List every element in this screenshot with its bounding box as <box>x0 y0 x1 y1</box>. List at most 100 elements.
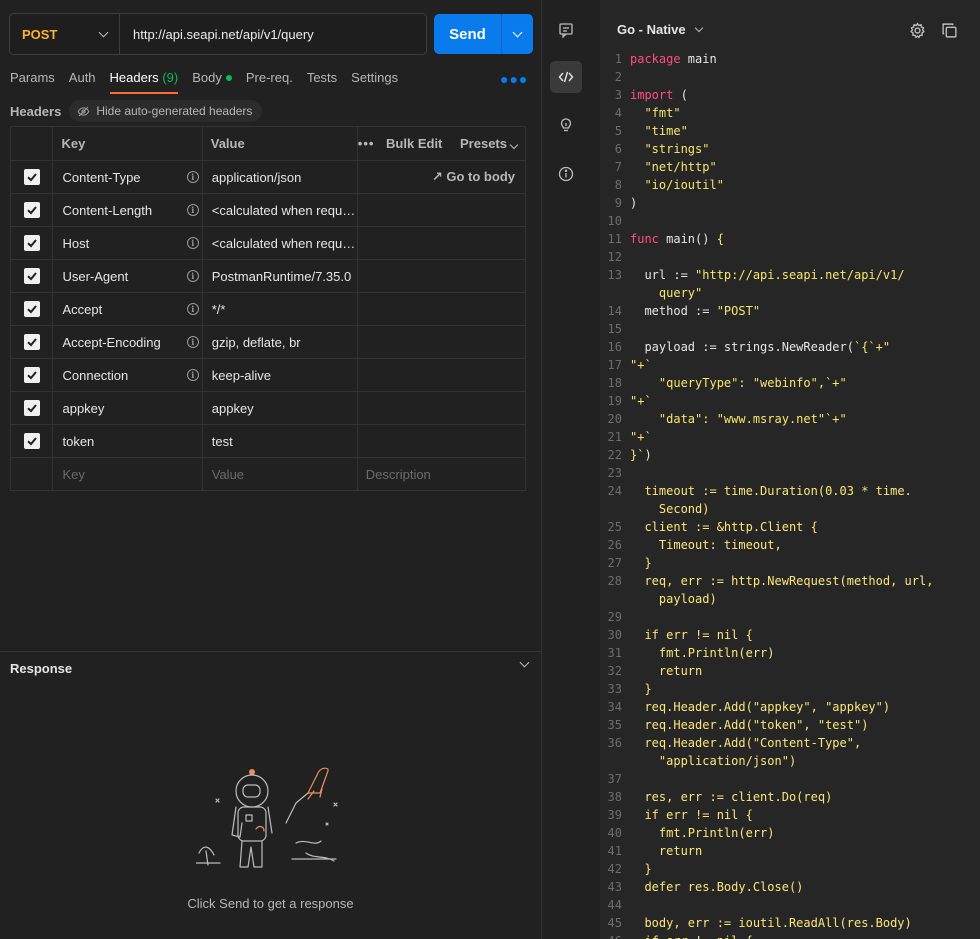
code-editor[interactable]: 1 package main 2 3 import (4 "fmt" 5 "time" 6 … <box>600 50 980 939</box>
hide-auto-headers-button[interactable]: Hide auto-generated headers <box>69 100 263 122</box>
tab-settings[interactable]: Settings <box>351 70 398 94</box>
code-line: 1 package main <box>600 50 980 68</box>
send-options-button[interactable] <box>501 14 533 54</box>
header-key-cell[interactable]: Connection i <box>52 358 203 392</box>
header-key-cell[interactable]: appkey <box>52 391 203 425</box>
code-token: req.Header.Add("appkey", "appkey") <box>630 700 891 714</box>
description-cell[interactable] <box>356 391 527 425</box>
line-number <box>600 590 630 608</box>
row-checkbox[interactable] <box>23 301 40 317</box>
row-checkbox[interactable] <box>23 334 40 350</box>
row-checkbox[interactable] <box>23 268 40 284</box>
line-number: 1 <box>614 52 622 66</box>
row-checkbox[interactable] <box>23 202 40 218</box>
description-cell[interactable] <box>356 325 527 359</box>
line-number: 5 <box>614 124 622 138</box>
line-number: 14 <box>607 304 622 318</box>
go-to-body-link[interactable]: ↗ Go to body <box>356 160 527 194</box>
code-line: 35 req.Header.Add("token", "test") <box>600 716 980 734</box>
info-icon[interactable]: i <box>186 237 199 249</box>
row-checkbox[interactable] <box>23 235 40 251</box>
tab-headers[interactable]: Headers (9) <box>109 70 178 94</box>
new-description-input[interactable]: Description <box>356 457 527 491</box>
code-token: fmt.Println(err) <box>630 646 775 660</box>
description-cell[interactable] <box>356 259 527 293</box>
info-icon[interactable]: i <box>186 171 199 183</box>
header-key-cell[interactable]: Content-Type i <box>52 160 203 194</box>
new-key-input[interactable]: Key <box>52 457 203 491</box>
line-number: 29 <box>607 610 622 624</box>
code-text: client := &http.Client { <box>630 518 817 536</box>
header-key-cell[interactable]: Accept-Encoding i <box>52 325 203 359</box>
code-line: 31 fmt.Println(err) <box>600 644 980 662</box>
presets-button[interactable]: Presets <box>460 136 519 151</box>
description-cell[interactable] <box>356 358 527 392</box>
gear-icon[interactable] <box>909 22 926 39</box>
header-value-cell[interactable]: gzip, deflate, br <box>201 325 358 359</box>
comments-button[interactable] <box>550 14 582 46</box>
header-value-cell[interactable]: application/json <box>201 160 358 194</box>
row-checkbox[interactable] <box>23 169 40 185</box>
header-key-cell[interactable]: Content-Length i <box>52 193 203 227</box>
info-icon[interactable]: i <box>186 270 199 282</box>
row-checkbox-cell <box>9 391 54 425</box>
copy-icon[interactable] <box>941 22 958 39</box>
description-cell[interactable] <box>356 193 527 227</box>
row-checkbox-cell <box>9 259 54 293</box>
header-value-cell[interactable]: PostmanRuntime/7.35.0 <box>201 259 358 293</box>
code-snippet-button[interactable] <box>550 61 582 93</box>
row-checkbox[interactable] <box>23 433 40 449</box>
description-cell[interactable] <box>356 226 527 260</box>
description-cell[interactable] <box>356 424 527 458</box>
header-value-cell[interactable]: <calculated when request is sent> <box>201 226 358 260</box>
info-button[interactable] <box>550 158 582 190</box>
code-text: Second) <box>630 500 710 518</box>
header-key-cell[interactable]: token <box>52 424 203 458</box>
send-button[interactable]: Send <box>434 14 501 54</box>
tab-body[interactable]: Body <box>192 70 232 94</box>
more-horizontal-icon[interactable]: ●●● <box>500 72 528 86</box>
new-value-input[interactable]: Value <box>201 457 358 491</box>
header-key: appkey <box>62 400 105 416</box>
url-input[interactable]: http://api.seapi.net/api/v1/query <box>120 27 314 42</box>
row-checkbox[interactable] <box>23 400 40 416</box>
description-cell[interactable] <box>356 292 527 326</box>
language-select[interactable]: Go - Native <box>617 22 703 37</box>
chevron-down-icon[interactable] <box>519 657 530 668</box>
tab-params[interactable]: Params <box>10 70 55 94</box>
header-key-cell[interactable]: Host i <box>52 226 203 260</box>
info-icon[interactable]: i <box>186 336 199 348</box>
header-key-cell[interactable]: Accept i <box>52 292 203 326</box>
row-checkbox[interactable] <box>23 367 40 383</box>
header-value-cell[interactable]: */* <box>201 292 358 326</box>
method-select[interactable]: POST <box>10 14 120 54</box>
tab-tests[interactable]: Tests <box>307 70 337 94</box>
header-value: appkey <box>211 400 254 416</box>
code-line: 18 "queryType": "webinfo",`+" <box>600 374 980 392</box>
info-icon[interactable]: i <box>186 303 199 315</box>
code-line: payload) <box>600 590 980 608</box>
tab-auth[interactable]: Auth <box>69 70 96 94</box>
header-value-cell[interactable]: appkey <box>201 391 358 425</box>
header-value-cell[interactable]: <calculated when request is sent> <box>201 193 358 227</box>
table-row: Host i <calculated when request is sent> <box>9 226 527 260</box>
tab-label: Body <box>192 70 222 85</box>
code-line: 27 } <box>600 554 980 572</box>
code-line: 13 url := "http://api.seapi.net/api/v1/ <box>600 266 980 284</box>
info-icon[interactable]: i <box>186 204 199 216</box>
tab-prereq[interactable]: Pre-req. <box>246 70 293 94</box>
code-text: fmt.Println(err) <box>630 824 775 842</box>
header-value-cell[interactable]: keep-alive <box>201 358 358 392</box>
table-row: Content-Length i <calculated when request … <box>9 193 527 227</box>
bulk-edit-button[interactable]: Bulk Edit <box>386 136 442 151</box>
header-value-cell[interactable]: test <box>201 424 358 458</box>
code-text: import ( <box>630 86 688 104</box>
header-key-cell[interactable]: User-Agent i <box>52 259 203 293</box>
table-header-row: Key Value ••• Bulk Edit Presets <box>9 126 527 161</box>
info-icon[interactable]: i <box>186 369 199 381</box>
related-collections-button[interactable] <box>550 109 582 141</box>
more-horizontal-icon[interactable]: ••• <box>358 136 375 151</box>
line-number: 19 <box>607 394 622 408</box>
code-text: } <box>630 680 651 698</box>
row-checkbox-cell <box>9 424 54 458</box>
